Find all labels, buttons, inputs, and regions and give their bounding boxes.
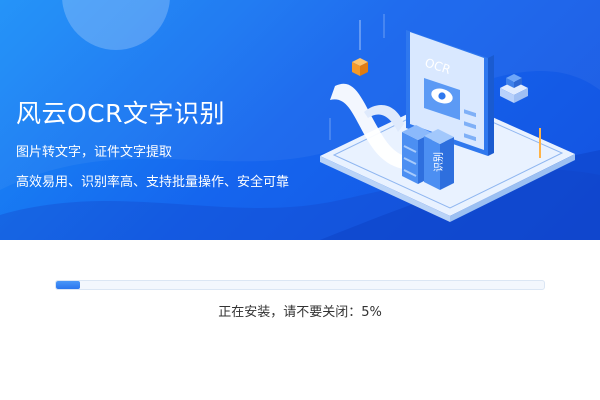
install-status-text: 正在安装，请不要关闭：5% [218,305,382,320]
small-cube-cluster [500,74,528,103]
install-progress-bar [55,280,545,290]
feature-list: 高效易用、识别率高、支持批量操作、安全可靠 [16,175,290,190]
ocr-illustration: OCR 识别 [320,14,575,222]
header-banner: 风云OCR文字识别 图片转文字，证件文字提取 高效易用、识别率高、支持批量操作、… [0,0,600,240]
app-title: 风云OCR文字识别 [16,99,226,128]
app-subtitle: 图片转文字，证件文字提取 [16,145,173,160]
install-progress-fill [56,281,81,289]
server-label: 识别 [433,152,445,172]
cube-icon [352,20,368,76]
